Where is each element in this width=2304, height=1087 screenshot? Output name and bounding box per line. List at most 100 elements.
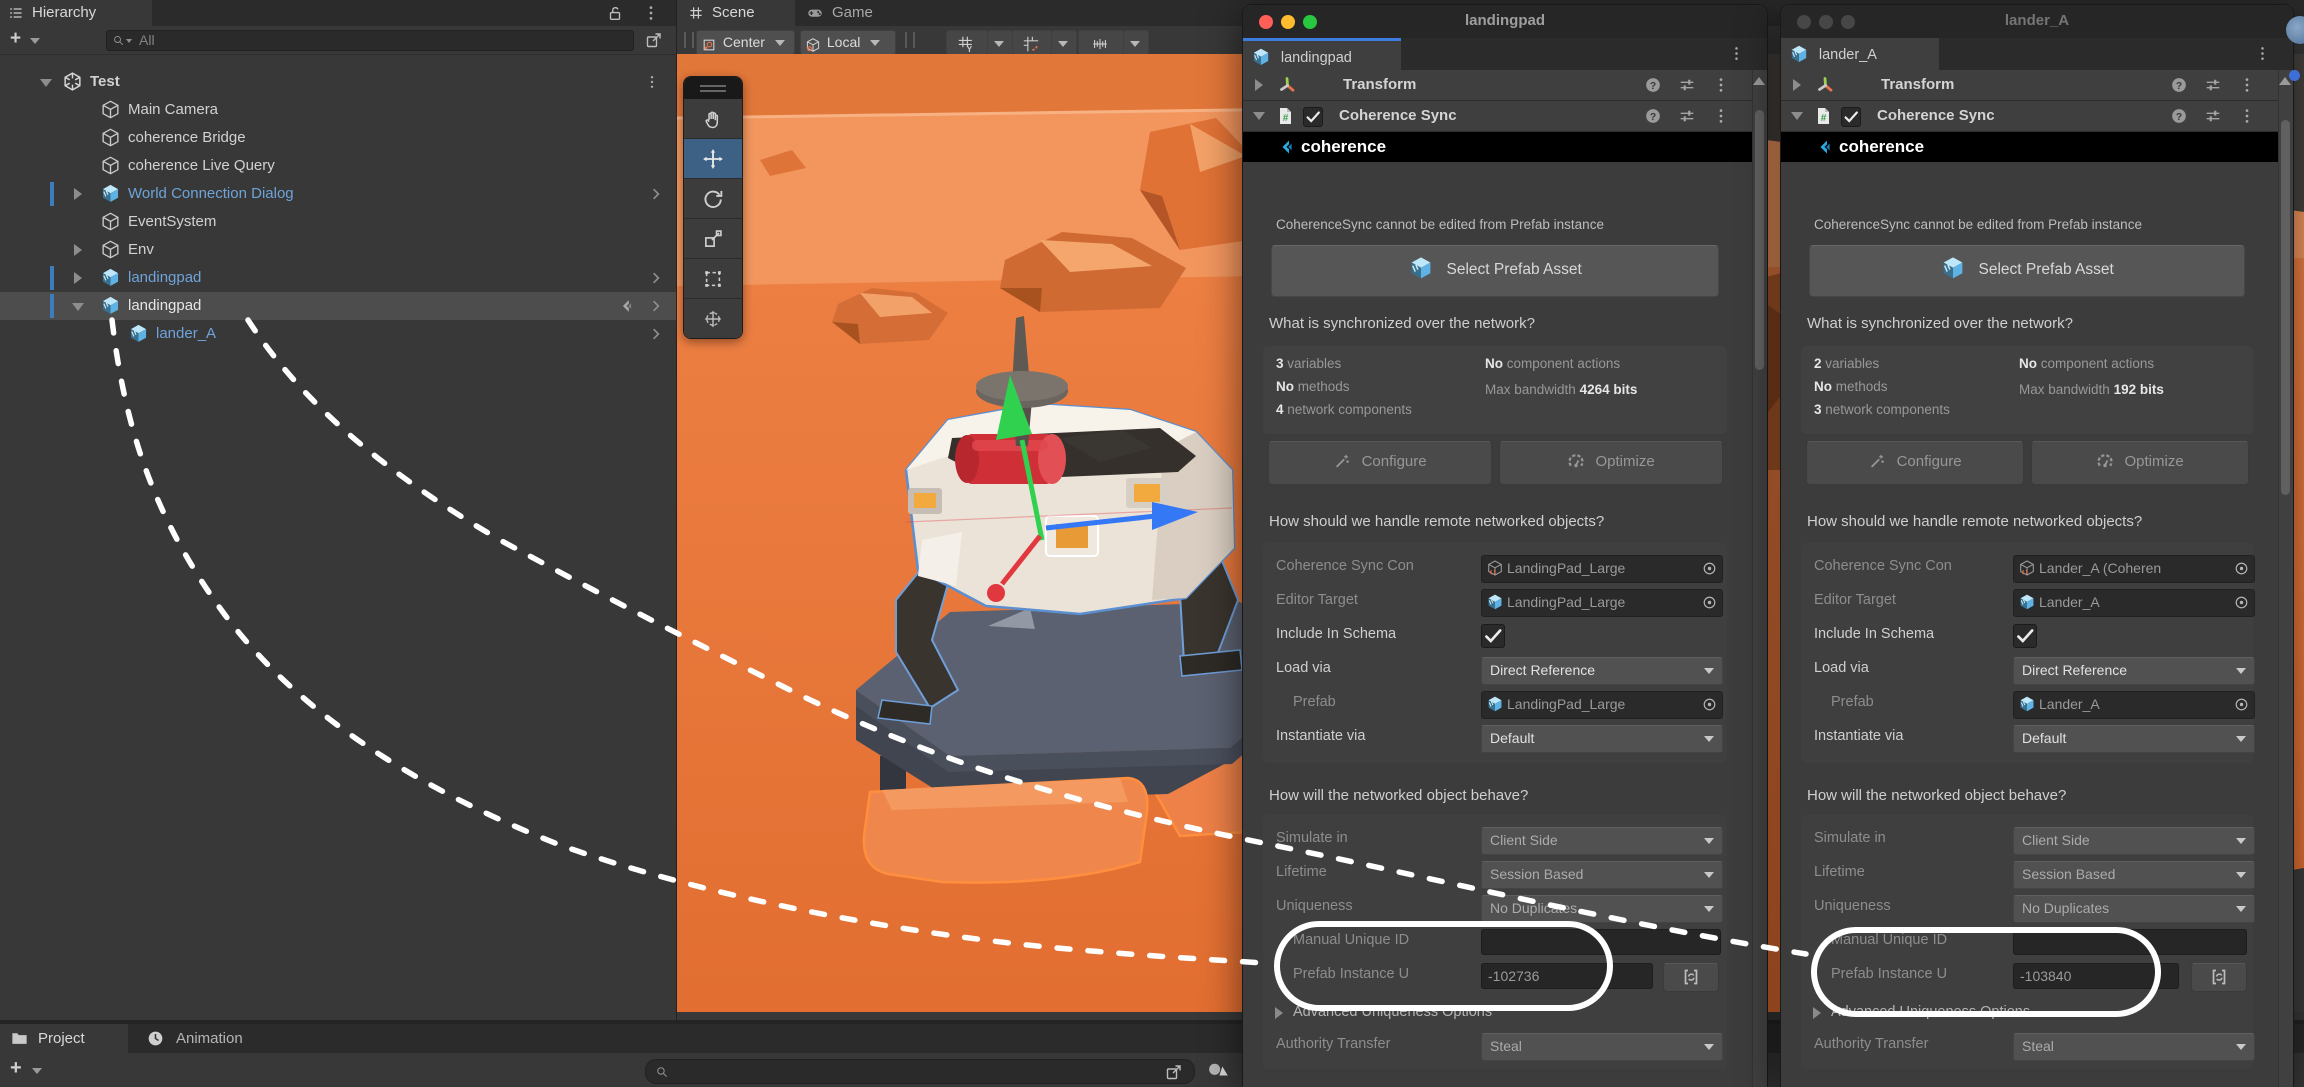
optimize-button[interactable]: Optimize bbox=[2031, 441, 2249, 485]
object-picker-icon[interactable] bbox=[2233, 696, 2250, 713]
hierarchy-row[interactable]: EventSystem bbox=[0, 208, 676, 236]
object-picker-icon[interactable] bbox=[1701, 594, 1718, 611]
tab-game[interactable]: Game bbox=[800, 0, 920, 26]
open-prefab-chevron-icon[interactable] bbox=[648, 326, 664, 342]
asset-filter-icon[interactable] bbox=[1206, 1059, 1230, 1083]
foldout-closed-icon[interactable] bbox=[74, 272, 82, 284]
foldout-open-icon[interactable] bbox=[40, 79, 52, 87]
rect-tool-button[interactable] bbox=[684, 259, 742, 299]
regenerate-uuid-button[interactable] bbox=[1663, 963, 1719, 992]
help-icon[interactable] bbox=[1644, 76, 1662, 94]
prefab-instance-uuid-input[interactable]: -102736 bbox=[1481, 963, 1653, 989]
load-via-dropdown[interactable]: Direct Reference bbox=[2013, 657, 2255, 685]
window-titlebar[interactable]: landingpad bbox=[1243, 5, 1767, 39]
simulate-in-dropdown[interactable]: Client Side bbox=[2013, 827, 2255, 855]
scrollbar-thumb[interactable] bbox=[2281, 120, 2290, 495]
uniqueness-dropdown[interactable]: No Duplicates bbox=[2013, 895, 2255, 923]
load-via-dropdown[interactable]: Direct Reference bbox=[1481, 657, 1723, 685]
coherence-sync-component-header[interactable]: Coherence Sync bbox=[1243, 101, 1753, 132]
lifetime-dropdown[interactable]: Session Based bbox=[2013, 861, 2255, 889]
create-button[interactable]: + bbox=[10, 28, 21, 50]
inspector-tab[interactable]: lander_A bbox=[1781, 38, 1939, 70]
enabled-checkbox[interactable] bbox=[1841, 107, 1861, 127]
manual-unique-id-input[interactable] bbox=[1481, 929, 1721, 955]
component-menu-icon[interactable] bbox=[2238, 76, 2256, 94]
foldout-open-icon[interactable] bbox=[1791, 112, 1803, 120]
foldout-closed-icon[interactable] bbox=[74, 244, 82, 256]
foldout-closed-icon[interactable] bbox=[1275, 1007, 1283, 1019]
prefab-field[interactable]: Lander_A bbox=[2013, 691, 2255, 719]
open-prefab-chevron-icon[interactable] bbox=[648, 186, 664, 202]
hand-tool-button[interactable] bbox=[684, 99, 742, 139]
authority-transfer-dropdown[interactable]: Steal bbox=[2013, 1033, 2255, 1061]
snap-settings-button[interactable] bbox=[1012, 30, 1052, 55]
hierarchy-search-input[interactable]: All bbox=[106, 30, 634, 51]
project-search-input[interactable] bbox=[645, 1059, 1195, 1084]
sync-config-field[interactable]: Lander_A (Coheren bbox=[2013, 555, 2255, 583]
instantiate-via-dropdown[interactable]: Default bbox=[1481, 725, 1723, 753]
create-dropdown-caret[interactable] bbox=[30, 38, 40, 44]
foldout-closed-icon[interactable] bbox=[1793, 79, 1801, 91]
advanced-uniqueness-foldout[interactable]: Advanced Uniqueness Options bbox=[1293, 1004, 1492, 1020]
foldout-open-icon[interactable] bbox=[72, 303, 84, 311]
hierarchy-row-selected[interactable]: landingpad bbox=[0, 292, 676, 320]
prefab-field[interactable]: LandingPad_Large bbox=[1481, 691, 1723, 719]
prefab-instance-uuid-input[interactable]: -103840 bbox=[2013, 963, 2179, 989]
scroll-up-arrow[interactable] bbox=[1753, 77, 1765, 85]
object-picker-icon[interactable] bbox=[1701, 696, 1718, 713]
search-popout-icon[interactable] bbox=[1164, 1062, 1184, 1082]
select-prefab-asset-button[interactable]: Select Prefab Asset bbox=[1809, 245, 2245, 297]
hierarchy-row[interactable]: coherence Bridge bbox=[0, 124, 676, 152]
hierarchy-menu-icon[interactable] bbox=[642, 4, 660, 22]
inspector-scrollbar[interactable] bbox=[2278, 70, 2293, 1087]
lock-icon[interactable] bbox=[606, 4, 624, 22]
snap-settings-dropdown[interactable] bbox=[1051, 30, 1077, 55]
authority-transfer-dropdown[interactable]: Steal bbox=[1481, 1033, 1723, 1061]
foldout-closed-icon[interactable] bbox=[1813, 1007, 1821, 1019]
transform-component-header[interactable]: Transform bbox=[1781, 70, 2279, 101]
popout-icon[interactable] bbox=[644, 30, 664, 50]
component-menu-icon[interactable] bbox=[2238, 107, 2256, 125]
hierarchy-row[interactable]: lander_A bbox=[0, 320, 676, 348]
hierarchy-row[interactable]: landingpad bbox=[0, 264, 676, 292]
hierarchy-row[interactable]: World Connection Dialog bbox=[0, 180, 676, 208]
scrollbar-thumb[interactable] bbox=[1755, 110, 1764, 370]
window-titlebar[interactable]: lander_A bbox=[1781, 5, 2293, 39]
rotate-tool-button[interactable] bbox=[684, 179, 742, 219]
lifetime-dropdown[interactable]: Session Based bbox=[1481, 861, 1723, 889]
foldout-open-icon[interactable] bbox=[1253, 112, 1265, 120]
component-menu-icon[interactable] bbox=[1712, 76, 1730, 94]
help-icon[interactable] bbox=[2170, 107, 2188, 125]
scene-menu-icon[interactable] bbox=[644, 74, 660, 90]
pivot-mode-button[interactable]: Center bbox=[696, 30, 795, 55]
include-in-schema-checkbox[interactable] bbox=[1481, 624, 1505, 648]
grid-visibility-dropdown[interactable] bbox=[987, 30, 1013, 55]
project-create-button[interactable]: + bbox=[10, 1057, 22, 1080]
hierarchy-row[interactable]: coherence Live Query bbox=[0, 152, 676, 180]
window-menu-icon[interactable] bbox=[2254, 45, 2271, 62]
toolbar-handle[interactable] bbox=[684, 32, 694, 48]
presets-icon[interactable] bbox=[1678, 76, 1696, 94]
editor-target-field[interactable]: Lander_A bbox=[2013, 589, 2255, 617]
editor-target-field[interactable]: LandingPad_Large bbox=[1481, 589, 1723, 617]
uniqueness-dropdown[interactable]: No Duplicates bbox=[1481, 895, 1723, 923]
component-menu-icon[interactable] bbox=[1712, 107, 1730, 125]
orientation-mode-button[interactable]: Local bbox=[800, 30, 896, 55]
inspector-tab[interactable]: landingpad bbox=[1243, 38, 1401, 70]
coherence-sync-component-header[interactable]: Coherence Sync bbox=[1781, 101, 2279, 132]
hierarchy-row-scene[interactable]: Test bbox=[0, 68, 676, 96]
presets-icon[interactable] bbox=[2204, 76, 2222, 94]
window-menu-icon[interactable] bbox=[1728, 45, 1745, 62]
presets-icon[interactable] bbox=[1678, 107, 1696, 125]
object-picker-icon[interactable] bbox=[2233, 560, 2250, 577]
select-prefab-asset-button[interactable]: Select Prefab Asset bbox=[1271, 245, 1719, 297]
move-tool-button[interactable] bbox=[684, 139, 742, 179]
enabled-checkbox[interactable] bbox=[1303, 107, 1323, 127]
inspector-scrollbar[interactable] bbox=[1752, 70, 1767, 1087]
tab-scene[interactable]: Scene bbox=[676, 0, 795, 26]
transform-tool-button[interactable] bbox=[684, 299, 742, 338]
object-picker-icon[interactable] bbox=[2233, 594, 2250, 611]
tool-strip-handle[interactable] bbox=[684, 77, 742, 99]
configure-button[interactable]: Configure bbox=[1268, 441, 1492, 485]
simulate-in-dropdown[interactable]: Client Side bbox=[1481, 827, 1723, 855]
